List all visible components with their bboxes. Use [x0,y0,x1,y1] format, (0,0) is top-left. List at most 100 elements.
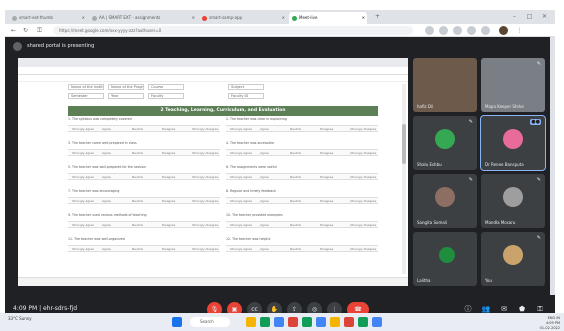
puzzle-icon[interactable] [467,26,476,35]
option-label[interactable]: Neutral [290,223,301,227]
option-label[interactable]: Disagree [162,223,175,227]
option-label[interactable]: Strongly agree [230,247,252,251]
weather-widget[interactable]: 33°C Sunny [8,316,32,321]
app-icon[interactable] [330,317,340,327]
option-label[interactable]: Disagree [320,247,333,251]
pin-icon[interactable]: ✎ [469,177,473,183]
option-label[interactable]: Strongly disagree [192,175,218,179]
tab-3[interactable]: smart-samp-app ✕ [199,12,287,24]
option-label[interactable]: Disagree [320,175,333,179]
option-row[interactable]: Strongly agree Agree Neutral Disagree Strong… [68,149,220,156]
option-label[interactable]: Neutral [132,127,143,131]
option-label[interactable]: Agree [102,175,111,179]
camera-icon[interactable] [453,26,462,35]
participant-tile[interactable]: ✎ Shalu Eshbu [413,116,477,170]
option-row[interactable]: Strongly agree Agree Neutral Disagree Strong… [226,173,378,180]
app-icon[interactable] [288,317,298,327]
option-label[interactable]: Agree [260,175,269,179]
option-label[interactable]: Strongly agree [230,127,252,131]
minimize-icon[interactable]: – [510,12,519,21]
option-label[interactable]: Disagree [162,247,175,251]
option-label[interactable]: Agree [102,247,111,251]
scroll-thumb[interactable] [402,124,406,164]
new-tab-button[interactable]: + [373,12,382,21]
download-icon[interactable] [481,26,490,35]
option-label[interactable]: Agree [102,199,111,203]
option-label[interactable]: Disagree [162,199,175,203]
participant-tile[interactable]: ✎ Mandla Mosaru [481,174,545,228]
participant-tile[interactable]: Lalitha [413,232,477,286]
participant-tile[interactable]: ✎ Sangita Somali [413,174,477,228]
option-row[interactable]: Strongly agree Agree Neutral Disagree Strong… [68,197,220,204]
app-icon[interactable] [344,317,354,327]
back-icon[interactable]: ← [9,26,18,35]
option-row[interactable]: Strongly agree Agree Neutral Disagree Strong… [226,149,378,156]
option-row[interactable]: Strongly agree Agree Neutral Disagree Strong… [68,125,220,132]
option-label[interactable]: Disagree [320,127,333,131]
option-label[interactable]: Strongly disagree [350,127,376,131]
option-label[interactable]: Strongly agree [72,175,94,179]
option-label[interactable]: Neutral [290,175,301,179]
app-icon[interactable] [260,317,270,327]
pin-icon[interactable]: ✎ [537,61,541,67]
option-label[interactable]: Agree [260,151,269,155]
app-icon[interactable] [372,317,382,327]
option-label[interactable]: Strongly agree [72,127,94,131]
pin-icon[interactable]: ✎ [537,235,541,241]
option-label[interactable]: Disagree [320,199,333,203]
option-label[interactable]: Agree [102,223,111,227]
option-label[interactable]: Disagree [320,223,333,227]
option-label[interactable]: Strongly disagree [192,127,218,131]
scrollbar[interactable] [402,84,406,274]
file-explorer-icon[interactable] [246,317,256,327]
tab-2[interactable]: AA | SMART EXT - assignments ✕ [89,12,197,24]
option-label[interactable]: Agree [102,127,111,131]
menu-icon[interactable]: ⋮ [515,26,524,35]
maximize-icon[interactable]: □ [525,12,534,21]
option-label[interactable]: Strongly agree [230,151,252,155]
option-label[interactable]: Agree [260,127,269,131]
option-row[interactable]: Strongly agree Agree Neutral Disagree Strong… [68,221,220,228]
option-label[interactable]: Neutral [132,151,143,155]
option-row[interactable]: Strongly agree Agree Neutral Disagree Strong… [226,221,378,228]
option-label[interactable]: Strongly agree [72,223,94,227]
pin-icon[interactable]: ✎ [469,119,473,125]
close-window-icon[interactable]: ✕ [540,12,549,21]
option-label[interactable]: Disagree [162,175,175,179]
app-icon[interactable] [316,317,326,327]
option-row[interactable]: Strongly agree Agree Neutral Disagree Strong… [68,245,220,252]
option-row[interactable]: Strongly agree Agree Neutral Disagree Strong… [226,125,378,132]
app-icon[interactable] [302,317,312,327]
option-label[interactable]: Strongly agree [230,199,252,203]
option-label[interactable]: Neutral [132,199,143,203]
app-icon[interactable] [358,317,368,327]
option-label[interactable]: Agree [260,199,269,203]
option-label[interactable]: Strongly disagree [192,223,218,227]
bookmark-icon[interactable] [439,26,448,35]
participant-tile[interactable]: ✎ Mapa Keeper Shrke [481,58,545,112]
option-label[interactable]: Strongly agree [72,199,94,203]
start-icon[interactable] [172,317,182,327]
search-box[interactable]: Search [190,317,230,327]
close-icon[interactable]: ✕ [362,15,365,20]
option-label[interactable]: Neutral [132,223,143,227]
option-label[interactable]: Strongly disagree [192,247,218,251]
refresh-icon[interactable]: ↻ [21,26,30,35]
url-bar[interactable]: https://meet.google.com/xxx-yyyy-zzz?aut… [53,26,413,35]
tab-4[interactable]: Meet-live ✕ [289,12,367,24]
option-label[interactable]: Disagree [320,151,333,155]
option-label[interactable]: Strongly agree [72,247,94,251]
option-label[interactable]: Neutral [132,247,143,251]
option-label[interactable]: Neutral [290,151,301,155]
option-label[interactable]: Strongly disagree [350,247,376,251]
participant-tile[interactable]: ●● Dr Renee Bansputa [480,115,546,171]
option-label[interactable]: Agree [102,151,111,155]
option-label[interactable]: Strongly agree [230,175,252,179]
option-label[interactable]: Strongly agree [230,223,252,227]
option-label[interactable]: Neutral [290,127,301,131]
participant-tile[interactable]: hafiz Dil [413,58,477,112]
close-icon[interactable]: ✕ [282,15,285,20]
option-label[interactable]: Disagree [162,127,175,131]
option-label[interactable]: Strongly disagree [192,151,218,155]
pin-icon[interactable]: ✎ [537,177,541,183]
